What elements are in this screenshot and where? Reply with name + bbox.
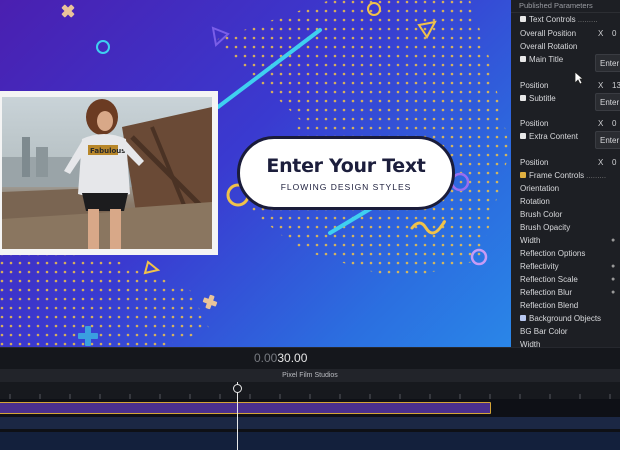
param-brush-opacity[interactable]: Brush Opacity — [511, 222, 620, 234]
timeline-ruler[interactable] — [0, 382, 620, 400]
param-label: Subtitle — [529, 94, 556, 103]
timecode-main: 30.00 — [277, 351, 308, 365]
text-icon — [520, 132, 526, 139]
timeline-lane[interactable] — [0, 417, 620, 429]
main-title-field[interactable]: Enter — [595, 54, 620, 72]
param-width-1[interactable]: Width ● — [511, 235, 620, 247]
timecode-display[interactable]: 0.0030.00 — [254, 351, 307, 365]
param-value[interactable]: 13 — [612, 80, 620, 92]
param-label: Brush Opacity — [520, 223, 571, 232]
param-value[interactable]: 0 — [612, 28, 616, 40]
param-label: Reflection Blur — [520, 288, 573, 297]
param-label: Extra Content — [529, 132, 578, 141]
group-frame-controls[interactable]: Frame Controls......... — [511, 170, 620, 182]
param-label: Position — [520, 158, 549, 167]
text-icon — [520, 55, 526, 62]
param-orientation[interactable]: Orientation — [511, 183, 620, 195]
axis-label: X — [598, 81, 604, 90]
parameters-panel: Published Parameters Text Controls......… — [511, 0, 620, 347]
param-label: Orientation — [520, 184, 560, 193]
timeline-clip[interactable] — [0, 402, 491, 414]
group-label: Frame Controls — [529, 171, 585, 180]
group-label: Background Objects — [529, 314, 602, 323]
subtitle-field[interactable]: Enter — [595, 93, 620, 111]
param-value[interactable]: 0 — [612, 157, 616, 169]
shirt-text: Fabulous — [90, 147, 125, 155]
param-label: Reflection Scale — [520, 275, 578, 284]
playhead-handle[interactable] — [233, 384, 242, 393]
param-overall-position[interactable]: Overall Position X 0 — [511, 28, 620, 40]
param-reflection-blend[interactable]: Reflection Blend — [511, 300, 620, 312]
param-reflection-options[interactable]: Reflection Options — [511, 248, 620, 260]
param-rotation[interactable]: Rotation — [511, 196, 620, 208]
param-label: Main Title — [529, 55, 564, 64]
param-label: Rotation — [520, 197, 550, 206]
param-label: Reflection Options — [520, 249, 586, 258]
checkbox-icon[interactable] — [520, 171, 526, 178]
param-position-3[interactable]: Position X 0 — [511, 157, 620, 169]
param-label: Reflection Blend — [520, 301, 579, 310]
dotted-leader: ......... — [577, 15, 598, 24]
param-reflectivity[interactable]: Reflectivity ● — [511, 261, 620, 273]
param-position-1[interactable]: Position X 13 — [511, 80, 620, 92]
slider-knob-icon[interactable]: ● — [611, 274, 615, 286]
param-overall-rotation[interactable]: Overall Rotation — [511, 41, 620, 53]
param-label: Position — [520, 119, 549, 128]
slider-knob-icon[interactable]: ● — [611, 235, 615, 247]
param-label: BG Bar Color — [520, 327, 568, 336]
project-name-bar: Pixel Film Studios — [0, 369, 620, 382]
timeline-lane[interactable] — [0, 432, 620, 450]
title-main-text[interactable]: Enter Your Text — [266, 155, 426, 177]
photo-scene: Fabulous — [2, 99, 212, 249]
param-label: Position — [520, 81, 549, 90]
param-reflection-blur[interactable]: Reflection Blur ● — [511, 287, 620, 299]
param-position-2[interactable]: Position X 0 — [511, 118, 620, 130]
canvas-viewer[interactable]: Fabulous Enter Your Text FLOWING DESIGN … — [0, 0, 511, 347]
param-brush-color[interactable]: Brush Color — [511, 209, 620, 221]
group-label: Text Controls — [529, 15, 576, 24]
text-icon — [520, 94, 526, 101]
slider-knob-icon[interactable]: ● — [611, 261, 615, 273]
axis-label: X — [598, 29, 604, 38]
photo-image: Fabulous — [2, 97, 212, 249]
panel-header: Published Parameters — [511, 0, 620, 13]
param-width-2[interactable]: Width — [511, 339, 620, 347]
photo-frame[interactable]: Fabulous — [0, 91, 218, 255]
param-reflection-scale[interactable]: Reflection Scale ● — [511, 274, 620, 286]
extra-content-field[interactable]: Enter — [595, 131, 620, 149]
param-bg-bar-color[interactable]: BG Bar Color — [511, 326, 620, 338]
title-lower-third[interactable]: Enter Your Text FLOWING DESIGN STYLES — [237, 136, 455, 210]
param-label: Brush Color — [520, 210, 563, 219]
param-value[interactable]: 0 — [612, 118, 616, 130]
param-label: Width — [520, 236, 541, 245]
timeline-tracks[interactable] — [0, 399, 620, 450]
param-label: Overall Rotation — [520, 42, 578, 51]
param-label: Reflectivity — [520, 262, 559, 271]
title-subtitle-text[interactable]: FLOWING DESIGN STYLES — [281, 182, 412, 192]
group-background-objects[interactable]: Background Objects — [511, 313, 620, 325]
checkbox-icon[interactable] — [520, 314, 526, 321]
axis-label: X — [598, 119, 604, 128]
dotted-leader: ......... — [586, 171, 607, 180]
group-text-controls[interactable]: Text Controls......... — [511, 14, 620, 26]
param-label: Overall Position — [520, 29, 577, 38]
timecode-dim: 0.00 — [254, 351, 278, 365]
slider-knob-icon[interactable]: ● — [611, 287, 615, 299]
timeline-header: 0.0030.00 — [0, 347, 620, 370]
checkbox-icon[interactable] — [520, 15, 526, 22]
ruler-ticks — [9, 394, 611, 399]
param-label: Width — [520, 340, 541, 347]
mouse-cursor-icon — [574, 71, 584, 85]
axis-label: X — [598, 158, 604, 167]
